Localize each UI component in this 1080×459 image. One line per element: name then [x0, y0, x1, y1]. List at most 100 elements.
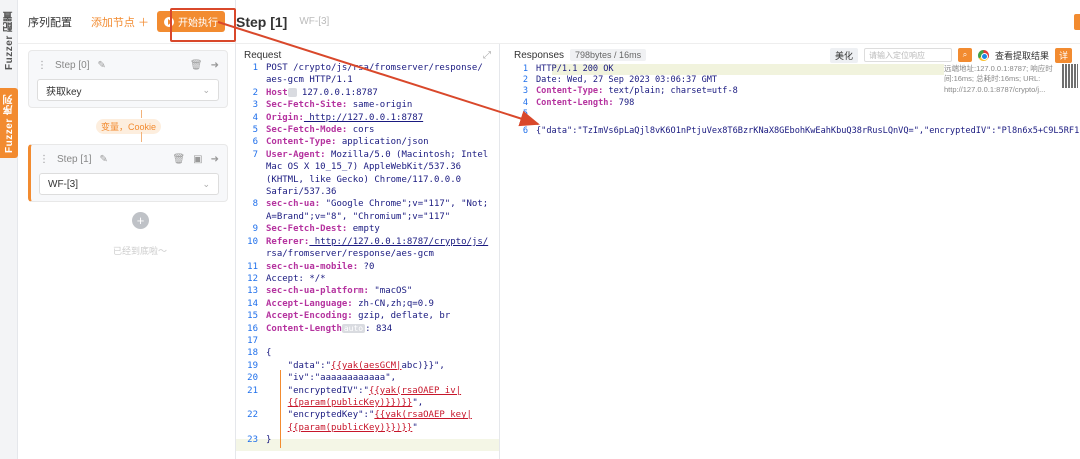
line-content: Content-Length: 798 [536, 98, 946, 109]
code-line: 12 Accept: */* [236, 273, 499, 285]
code-line: {{param(publicKey)}})}}", [236, 397, 499, 409]
line-content: A=Brand";v="8", "Chromium";v="117" [266, 211, 499, 223]
line-number: 12 [247, 273, 258, 284]
step-card-1[interactable]: ⋮ Step [1] ✎ 🗑 ▣ ➜ WF-[3] ⌄ [28, 144, 228, 202]
line-content: Accept-Language: zh-CN,zh;q=0.9 [266, 298, 499, 310]
line-content: { [266, 347, 499, 359]
json-text: abc)}}", [401, 360, 445, 371]
chrome-icon[interactable] [977, 49, 989, 61]
edge-button[interactable] [1074, 14, 1080, 30]
header-key: Accept-Encoding: [266, 311, 353, 322]
add-node-button[interactable]: 添加节点 ＋ [91, 14, 149, 30]
end-of-list-text: 已经到底啦～ [112, 246, 167, 256]
sequence-panel: 序列配置 添加节点 ＋ 开始执行 ⋮ Step [0] ✎ 🗑 ➜ 获取key ⌄ 变量，… [18, 0, 236, 459]
step-select-0[interactable]: 获取key ⌄ [37, 79, 219, 101]
header-value: 798 [613, 97, 635, 108]
header-value: Mozilla/5.0 (Macintosh; Intel [325, 149, 489, 160]
code-line: 3 Content-Type: text/plain; charset=utf-8 [506, 86, 946, 97]
response-meta-info: 远端地址:127.0.0.1:8787; 响应时间:16ms; 总耗时:16ms… [944, 64, 1053, 94]
line-number: 23 [247, 435, 258, 446]
line-number: 4 [522, 97, 528, 108]
code-line: 11 sec-ch-ua-mobile: ?0 [236, 261, 499, 273]
code-text: Accept: */* [266, 273, 326, 284]
code-text: POST /crypto/js/rsa/fromserver/response/ [266, 63, 483, 73]
tab-fuzzer-sequence[interactable]: Fuzzer 序列 [0, 88, 18, 158]
line-number: 5 [522, 108, 528, 119]
arrow-right-circle-icon[interactable]: ➜ [211, 154, 219, 165]
app-window: Fuzzer 配置 Fuzzer 序列 序列配置 添加节点 ＋ 开始执行 ⋮ St… [0, 0, 1080, 459]
request-title: Request [244, 49, 282, 61]
line-number: 10 [247, 236, 258, 247]
code-text: "iv":"aaaaaaaaaaaa", [266, 373, 397, 384]
response-title: Responses [514, 49, 565, 61]
header-key: sec-ch-ua-mobile: [266, 261, 359, 272]
header-key: Content-Type: [536, 86, 604, 97]
arrow-right-circle-icon[interactable]: ➜ [211, 60, 219, 71]
code-line: 22 "encryptedKey":"{{yak(rsaOAEP_key| [236, 409, 499, 421]
header-key: Accept-Language: [266, 298, 353, 309]
line-number [236, 422, 266, 434]
line-content: Sec-Fetch-Mode: cors [266, 124, 499, 136]
line-content: "data":"{{yak(aesGCM|abc)}}", [266, 360, 499, 372]
run-icon[interactable]: ▣ [193, 154, 202, 165]
response-search-input[interactable]: 请输入定位响应 [863, 48, 952, 62]
response-toolbar: Responses 798bytes / 16ms 美化 请输入定位响应 ⌕ 查… [506, 46, 1080, 64]
edit-icon[interactable]: ✎ [99, 154, 107, 165]
expand-icon[interactable]: ⤢ [483, 50, 491, 61]
add-step-button[interactable]: + [132, 212, 149, 229]
view-extract-button[interactable]: 查看提取结果 [995, 49, 1049, 62]
line-content: Safari/537.36 [266, 186, 499, 198]
line-number: 7 [252, 149, 258, 160]
json-text: "data":" [266, 360, 332, 371]
code-line: 17 [236, 335, 499, 347]
step-card-0[interactable]: ⋮ Step [0] ✎ 🗑 ➜ 获取key ⌄ [28, 50, 228, 108]
code-text: Date: Wed, 27 Sep 2023 03:06:37 GMT [536, 75, 718, 86]
line-number [236, 161, 266, 173]
line-content: User-Agent: Mozilla/5.0 (Macintosh; Inte… [266, 149, 499, 161]
line-number [236, 211, 266, 223]
delete-icon[interactable]: 🗑 [190, 60, 203, 71]
variable-cookie-chip[interactable]: 变量，Cookie [96, 119, 162, 134]
json-text: " [412, 422, 418, 433]
line-number: 1 [252, 63, 258, 73]
code-line: A=Brand";v="8", "Chromium";v="117" [236, 211, 499, 223]
line-content: Sec-Fetch-Dest: empty [266, 223, 499, 235]
response-size-badge: 798bytes / 16ms [570, 49, 647, 61]
line-number: 16 [247, 323, 258, 334]
line-number: 1 [522, 64, 528, 74]
code-line: 13 sec-ch-ua-platform: "macOS" [236, 285, 499, 297]
header-key: Content-Type: [266, 137, 337, 148]
delete-icon[interactable]: 🗑 [172, 154, 185, 165]
line-content: Sec-Fetch-Site: same-origin [266, 99, 499, 111]
step-select-1[interactable]: WF-[3] ⌄ [39, 173, 219, 195]
detail-button[interactable]: 详 [1054, 47, 1072, 63]
tab-fuzzer-config[interactable]: Fuzzer 配置 [0, 11, 18, 70]
response-body: {"data":"TzImVs6pLaQjl8vK6O1nPtjuVex8T6B… [536, 126, 1080, 137]
fuzztag: {{yak(rsaOAEP_iv| [368, 385, 462, 396]
header-value: "Google Chrome";v="117", "Not; [320, 199, 489, 210]
line-number: 3 [522, 86, 528, 97]
json-text: ", [412, 397, 424, 408]
header-key: Sec-Fetch-Site: [266, 100, 348, 111]
code-text: (KHTML, like Gecko) Chrome/117.0.0.0 [266, 174, 462, 185]
drag-handle-icon[interactable]: ⋮ [39, 154, 49, 165]
line-content: Content-Type: application/json [266, 136, 499, 148]
line-number: 5 [252, 125, 258, 136]
beautify-button[interactable]: 美化 [829, 47, 858, 63]
edit-icon[interactable]: ✎ [97, 60, 105, 71]
response-viewer[interactable]: 1 HTTP/1.1 200 OK 2 Date: Wed, 27 Sep 2023 … [506, 64, 1080, 137]
request-editor[interactable]: 1 POST /crypto/js/rsa/fromserver/response… [236, 62, 499, 447]
code-line: 15 Accept-Encoding: gzip, deflate, br [236, 310, 499, 322]
header-key: Referer: [266, 236, 310, 247]
header-value: zh-CN,zh;q=0.9 [352, 298, 434, 309]
line-content: {{param(publicKey)}})}}" [266, 422, 499, 434]
header-value: 127.0.0.1:8787 [296, 87, 378, 98]
search-icon[interactable]: ⌕ [957, 48, 972, 62]
code-text: { [266, 348, 272, 359]
code-line: {{param(publicKey)}})}}" [236, 422, 499, 434]
line-number [236, 397, 266, 409]
annotation-highlight-box [170, 8, 236, 42]
drag-handle-icon[interactable]: ⋮ [37, 60, 47, 71]
line-number: 22 [247, 410, 258, 421]
line-content: Referer: http://127.0.0.1:8787/crypto/js… [266, 236, 499, 248]
